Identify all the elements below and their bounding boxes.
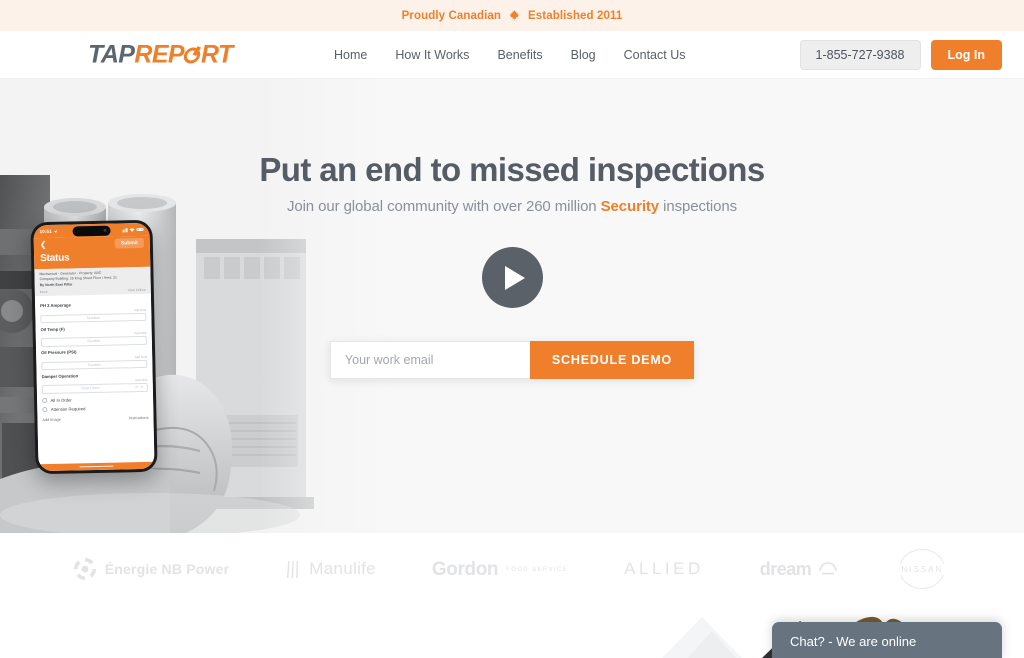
hero-content: Put an end to missed inspections Join ou… [0,79,1024,533]
hero-sub-before: Join our global community with over 260 … [286,198,601,216]
site-logo[interactable]: TAP REP RT [88,42,233,67]
brand-label-nissan: NISSAN [899,563,946,575]
main-navigation: Home How It Works Benefits Blog Contact … [334,48,685,62]
logo-rep: REP [134,40,184,68]
brand-label-manulife: Manulife [309,559,376,578]
chat-widget-label: Chat? - We are online [790,633,917,649]
hero-subheading: Join our global community with over 260 … [287,198,737,215]
energie-nb-power-icon [73,558,96,580]
announcement-left-text: Proudly Canadian [401,9,502,22]
dream-arch-icon [819,562,838,575]
header-actions: 1-855-727-9388 Log In [799,39,1002,70]
logo-o-icon [182,47,203,64]
hero-section: 10:51 ❮ Submit Status Mechanical - Gener… [0,79,1024,533]
brand-nissan: NISSAN [893,549,951,589]
play-icon [504,265,525,290]
site-header: TAP REP RT Home How It Works Benefits Blog… [0,31,1024,79]
brand-label-dream: dream [759,558,812,579]
brand-energie-nb-power: Énergie NB Power [73,557,230,581]
play-video-button[interactable] [481,247,543,309]
maple-leaf-icon [509,10,520,21]
work-email-input[interactable] [329,341,530,380]
logo-rt: RT [200,40,233,68]
chat-widget[interactable]: Chat? - We are online [772,622,1002,658]
brand-label-allied: ALLIED [624,559,704,578]
brand-allied: ALLIED [624,559,704,579]
manulife-icon [287,561,299,578]
brand-label-gordon: Gordon [431,558,499,580]
phone-number-button[interactable]: 1-855-727-9388 [799,39,921,70]
login-button[interactable]: Log In [930,39,1002,70]
hero-sub-after: inspections [659,198,738,216]
brand-manulife: Manulife [285,559,376,579]
schedule-demo-button[interactable]: SCHEDULE DEMO [529,341,695,380]
logo-tap: TAP [88,40,135,68]
nav-item-how-it-works[interactable]: How It Works [395,48,469,62]
nav-item-benefits[interactable]: Benefits [497,48,542,62]
hero-heading: Put an end to missed inspections [259,151,765,188]
nav-item-contact-us[interactable]: Contact Us [624,48,686,62]
brand-dream: dream [760,559,838,580]
nav-item-home[interactable]: Home [334,48,367,62]
hero-sub-highlight: Security [600,198,660,216]
customer-logo-strip: Énergie NB Power Manulife Gordon FOOD SE… [0,533,1024,605]
brand-gordon-food-service: Gordon FOOD SERVICE [432,560,568,579]
brand-label-energie-nb-power: Énergie NB Power [104,561,230,577]
announcement-bar: Proudly Canadian Established 2011 [0,0,1024,31]
nav-item-blog[interactable]: Blog [571,48,596,62]
brand-sublabel-food-service: FOOD SERVICE [506,567,569,573]
schedule-demo-form: SCHEDULE DEMO [329,341,695,380]
next-section-preview: Chat? - We are online [0,605,1024,658]
announcement-right-text: Established 2011 [528,9,623,22]
